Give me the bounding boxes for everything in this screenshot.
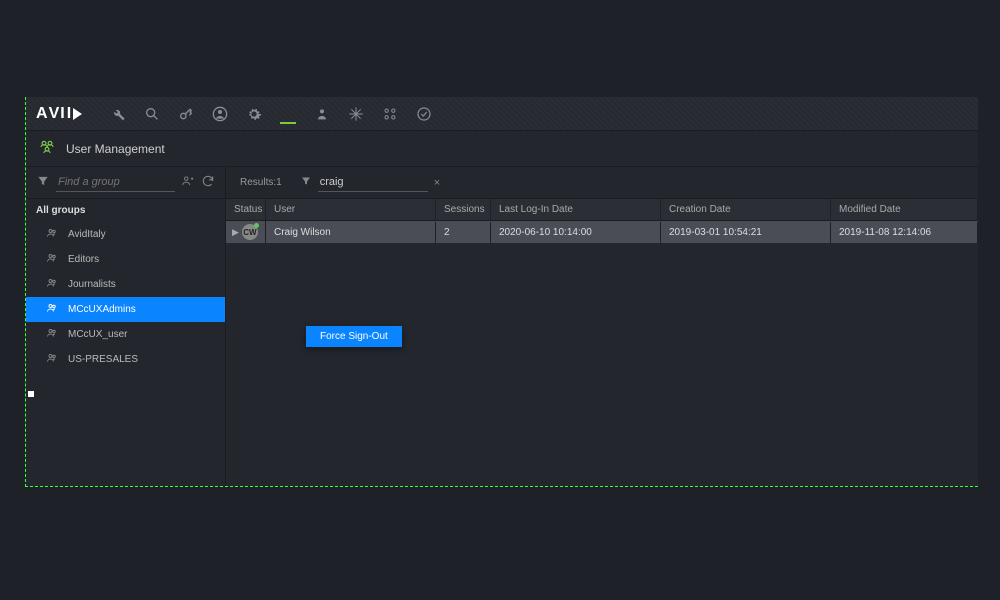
context-menu-force-signout[interactable]: Force Sign-Out bbox=[306, 326, 402, 347]
check-circle-icon[interactable] bbox=[416, 106, 432, 122]
group-label: US-PRESALES bbox=[68, 354, 138, 365]
filter-icon bbox=[300, 175, 312, 190]
page-header: User Management bbox=[26, 131, 978, 167]
users-group-icon bbox=[38, 138, 56, 159]
add-group-icon[interactable] bbox=[181, 174, 195, 191]
table-header: Status User Sessions Last Log-In Date Cr… bbox=[226, 199, 978, 221]
all-groups-label[interactable]: All groups bbox=[26, 199, 225, 222]
sidebar-item[interactable]: MCcUX_user bbox=[26, 322, 225, 347]
col-sessions[interactable]: Sessions bbox=[436, 199, 491, 220]
key-icon[interactable] bbox=[178, 106, 194, 122]
search-icon[interactable] bbox=[144, 106, 160, 122]
sidebar-item[interactable]: US-PRESALES bbox=[26, 347, 225, 372]
col-status[interactable]: Status bbox=[226, 199, 266, 220]
refresh-icon[interactable] bbox=[201, 174, 215, 191]
expand-icon[interactable]: ▶ bbox=[232, 227, 239, 238]
snowflake-icon[interactable] bbox=[348, 106, 364, 122]
col-user[interactable]: User bbox=[266, 199, 436, 220]
group-label: MCcUXAdmins bbox=[68, 304, 136, 315]
wrench-icon[interactable] bbox=[110, 106, 126, 122]
clear-filter-icon[interactable]: × bbox=[434, 177, 440, 189]
col-creation[interactable]: Creation Date bbox=[661, 199, 831, 220]
filter-icon bbox=[36, 174, 50, 191]
group-label: Journalists bbox=[68, 279, 116, 290]
cell-creation: 2019-03-01 10:54:21 bbox=[661, 222, 831, 243]
table-row[interactable]: ▶CWCraig Wilson22020-06-10 10:14:002019-… bbox=[226, 221, 978, 243]
online-status-icon bbox=[254, 223, 259, 228]
group-label: MCcUX_user bbox=[68, 329, 127, 340]
user-circle-icon[interactable] bbox=[212, 106, 228, 122]
avid-logo: AVII bbox=[36, 105, 82, 123]
page-title: User Management bbox=[66, 142, 165, 156]
cell-user: Craig Wilson bbox=[266, 222, 436, 243]
apps-icon[interactable] bbox=[382, 106, 398, 122]
cell-modified: 2019-11-08 12:14:06 bbox=[831, 222, 978, 243]
cell-last-login: 2020-06-10 10:14:00 bbox=[491, 222, 661, 243]
group-icon bbox=[46, 352, 58, 367]
sidebar: All groups AvidItaly Editors Journalists MC… bbox=[26, 167, 226, 486]
group-icon bbox=[46, 227, 58, 242]
cell-sessions: 2 bbox=[436, 222, 491, 243]
col-modified[interactable]: Modified Date bbox=[831, 199, 978, 220]
group-icon bbox=[46, 327, 58, 342]
col-last-login[interactable]: Last Log-In Date bbox=[491, 199, 661, 220]
group-label: AvidItaly bbox=[68, 229, 106, 240]
user-filter-input[interactable] bbox=[318, 173, 428, 192]
sidebar-item[interactable]: Editors bbox=[26, 247, 225, 272]
avatar: CW bbox=[242, 224, 258, 240]
sidebar-item[interactable]: AvidItaly bbox=[26, 222, 225, 247]
group-icon bbox=[46, 302, 58, 317]
results-count: Results:1 bbox=[240, 177, 282, 188]
top-toolbar: AVII bbox=[26, 97, 978, 131]
sidebar-item[interactable]: Journalists bbox=[26, 272, 225, 297]
group-search-input[interactable] bbox=[56, 173, 175, 192]
group-icon bbox=[46, 252, 58, 267]
sidebar-item[interactable]: MCcUXAdmins bbox=[26, 297, 225, 322]
selection-handle bbox=[28, 391, 34, 397]
profile-icon[interactable] bbox=[314, 106, 330, 122]
gear-icon[interactable] bbox=[246, 106, 262, 122]
group-icon bbox=[46, 277, 58, 292]
user-management-icon[interactable] bbox=[280, 106, 296, 124]
app-window: AVII User Management All groups AvidItal… bbox=[25, 97, 978, 487]
group-label: Editors bbox=[68, 254, 99, 265]
